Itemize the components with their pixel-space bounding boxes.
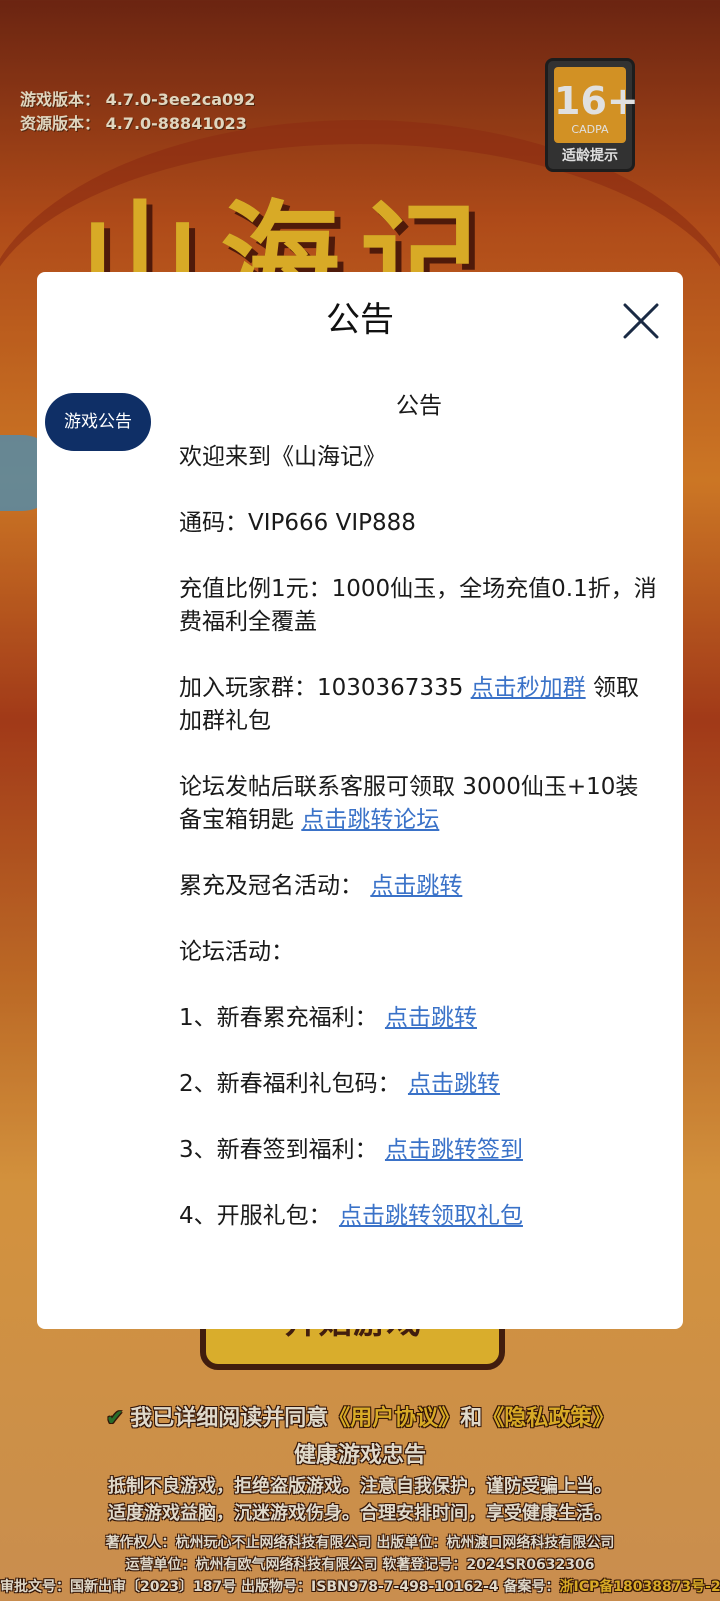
announcement-modal: 公告 游戏公告 公告 欢迎来到《山海记》 通码：VIP666 VIP888 充值… xyxy=(37,272,683,1329)
welcome-text: 欢迎来到《山海记》 xyxy=(179,444,386,470)
join-group-link[interactable]: 点击秒加群 xyxy=(471,675,586,701)
close-icon[interactable] xyxy=(622,302,660,340)
activity-link-2[interactable]: 点击跳转 xyxy=(408,1071,500,1097)
activity-item-2: 2、新春福利礼包码： 点击跳转 xyxy=(179,1071,500,1097)
modal-title: 公告 xyxy=(326,300,394,340)
activity-link-3[interactable]: 点击跳转签到 xyxy=(385,1137,523,1163)
accum-paragraph: 累充及冠名活动： 点击跳转 xyxy=(179,873,463,899)
activity-item-1: 1、新春累充福利： 点击跳转 xyxy=(179,1005,477,1031)
content-title: 公告 xyxy=(396,393,442,419)
forum-activity-heading: 论坛活动： xyxy=(179,939,294,965)
forum-paragraph: 论坛发帖后联系客服可领取 3000仙玉+10装备宝箱钥匙 点击跳转论坛 xyxy=(179,774,639,833)
forum-link[interactable]: 点击跳转论坛 xyxy=(301,807,439,833)
activity-item-4: 4、开服礼包： 点击跳转领取礼包 xyxy=(179,1203,523,1229)
group-paragraph: 加入玩家群：1030367335 点击秒加群 领取加群礼包 xyxy=(179,675,639,734)
activity-link-1[interactable]: 点击跳转 xyxy=(385,1005,477,1031)
announcement-content: 公告 欢迎来到《山海记》 通码：VIP666 VIP888 充值比例1元：100… xyxy=(179,390,659,1266)
recharge-text: 充值比例1元：1000仙玉，全场充值0.1折，消费福利全覆盖 xyxy=(179,576,657,635)
activity-item-3: 3、新春签到福利： 点击跳转签到 xyxy=(179,1137,523,1163)
codes-text: 通码：VIP666 VIP888 xyxy=(179,510,416,536)
activity-link-4[interactable]: 点击跳转领取礼包 xyxy=(339,1203,523,1229)
accum-link[interactable]: 点击跳转 xyxy=(370,873,462,899)
tab-game-announcement[interactable]: 游戏公告 xyxy=(45,393,151,451)
